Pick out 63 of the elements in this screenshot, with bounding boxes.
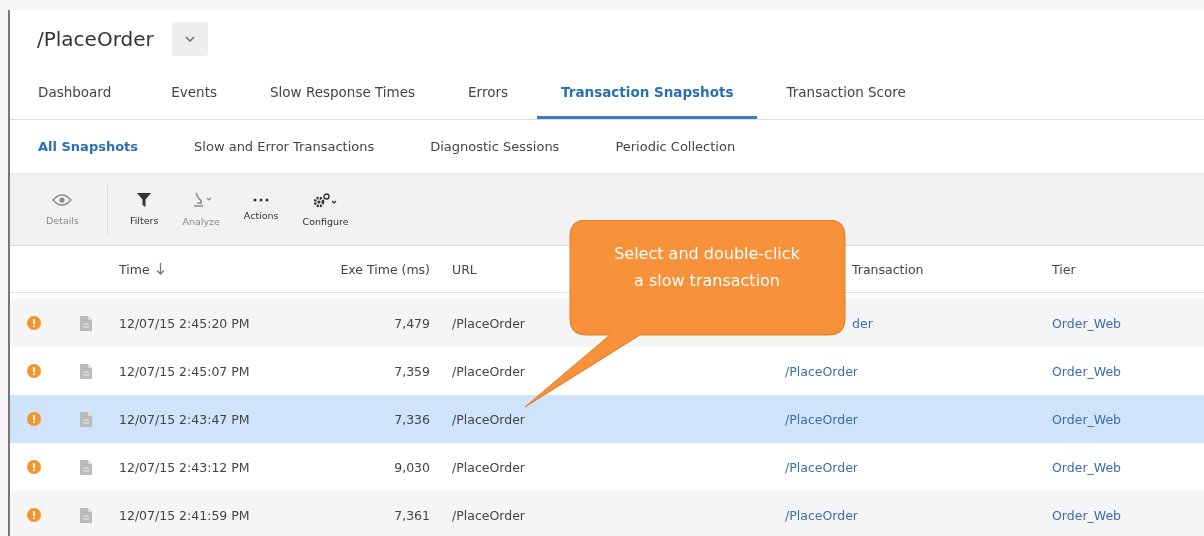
warning-icon [27, 460, 41, 474]
time-cell-text: 12/07/15 2:41:59 PM [118, 507, 251, 523]
time-cell-text: 12/07/15 2:43:47 PM [118, 411, 251, 427]
document-icon [80, 411, 92, 427]
subtab[interactable]: Diagnostic Sessions [430, 139, 560, 154]
exe-time-cell-text: 7,361 [393, 507, 431, 523]
time-cell-text: 12/07/15 2:43:12 PM [118, 459, 251, 475]
tier-link[interactable]: Order_Web [1042, 459, 1134, 475]
document-icon [80, 459, 92, 475]
document-icon [80, 507, 92, 523]
page-title: /PlaceOrder [37, 27, 154, 51]
table-row[interactable]: 12/07/15 2:41:59 PM 7,361 /PlaceOrder /PlaceOrder Order_Web [10, 491, 1204, 536]
url-cell-text: /PlaceOrder [451, 459, 526, 475]
chevron-down-icon [184, 36, 195, 42]
dropdown-button[interactable] [171, 22, 208, 56]
tab[interactable]: Transaction Score [786, 68, 906, 119]
tab[interactable]: Events [171, 68, 217, 119]
exe-time-cell-text: 9,030 [393, 459, 431, 475]
tier-link[interactable]: Order_Web [1042, 507, 1134, 523]
tier-link[interactable]: Order_Web [1042, 411, 1134, 427]
transaction-link[interactable]: /PlaceOrder [772, 507, 870, 523]
time-cell-text: 12/07/15 2:45:20 PM [118, 315, 251, 331]
funnel-icon [137, 193, 152, 207]
exe-time-cell-text: 7,336 [393, 411, 431, 427]
column-header[interactable]: Tier [1052, 261, 1076, 277]
url-cell-text: /PlaceOrder [451, 411, 526, 427]
warning-icon [27, 316, 41, 330]
url-cell-text: /PlaceOrder [451, 315, 526, 331]
column-header[interactable]: URL [452, 261, 477, 277]
subtab[interactable]: Periodic Collection [615, 139, 736, 154]
column-header[interactable]: Time [119, 261, 165, 277]
exe-time-cell-text: 7,479 [393, 315, 431, 331]
url-cell-text: /PlaceOrder [451, 507, 526, 523]
callout-text: Select and double-click a slow transaction [613, 243, 801, 292]
transaction-link[interactable]: /PlaceOrder [772, 411, 870, 427]
column-header[interactable]: Exe Time (ms) [340, 261, 430, 277]
exe-time-cell-text: 7,359 [393, 363, 431, 379]
transaction-link[interactable]: /PlaceOrder [772, 363, 870, 379]
subtab[interactable]: All Snapshots [38, 139, 139, 154]
tab[interactable]: Dashboard [38, 68, 112, 119]
table-row[interactable]: 12/07/15 2:43:47 PM 7,336 /PlaceOrder /PlaceOrder Order_Web [10, 395, 1204, 443]
document-icon [80, 315, 92, 331]
transaction-link[interactable]: der [852, 315, 885, 331]
tab[interactable]: Slow Response Times [269, 68, 416, 119]
warning-icon [27, 412, 41, 426]
subtab[interactable]: Slow and Error Transactions [194, 139, 375, 154]
more-icon [253, 198, 270, 202]
document-icon [80, 363, 92, 379]
column-header[interactable]: Transaction [852, 261, 924, 277]
warning-icon [27, 364, 41, 378]
tier-link[interactable]: Order_Web [1042, 315, 1134, 331]
toolbar-button[interactable]: Configure [296, 188, 355, 231]
warning-icon [27, 508, 41, 522]
transaction-link[interactable]: /PlaceOrder [772, 459, 870, 475]
url-cell-text: /PlaceOrder [451, 363, 526, 379]
tab[interactable]: Errors [468, 68, 509, 119]
tab[interactable]: Transaction Snapshots [537, 68, 758, 119]
toolbar-button[interactable]: Actions [237, 194, 285, 225]
eye-icon [52, 193, 73, 207]
time-cell-text: 12/07/15 2:45:07 PM [118, 363, 251, 379]
tier-link[interactable]: Order_Web [1042, 363, 1134, 379]
toolbar-button[interactable]: Filters [123, 189, 165, 230]
settings-icon [312, 192, 339, 208]
